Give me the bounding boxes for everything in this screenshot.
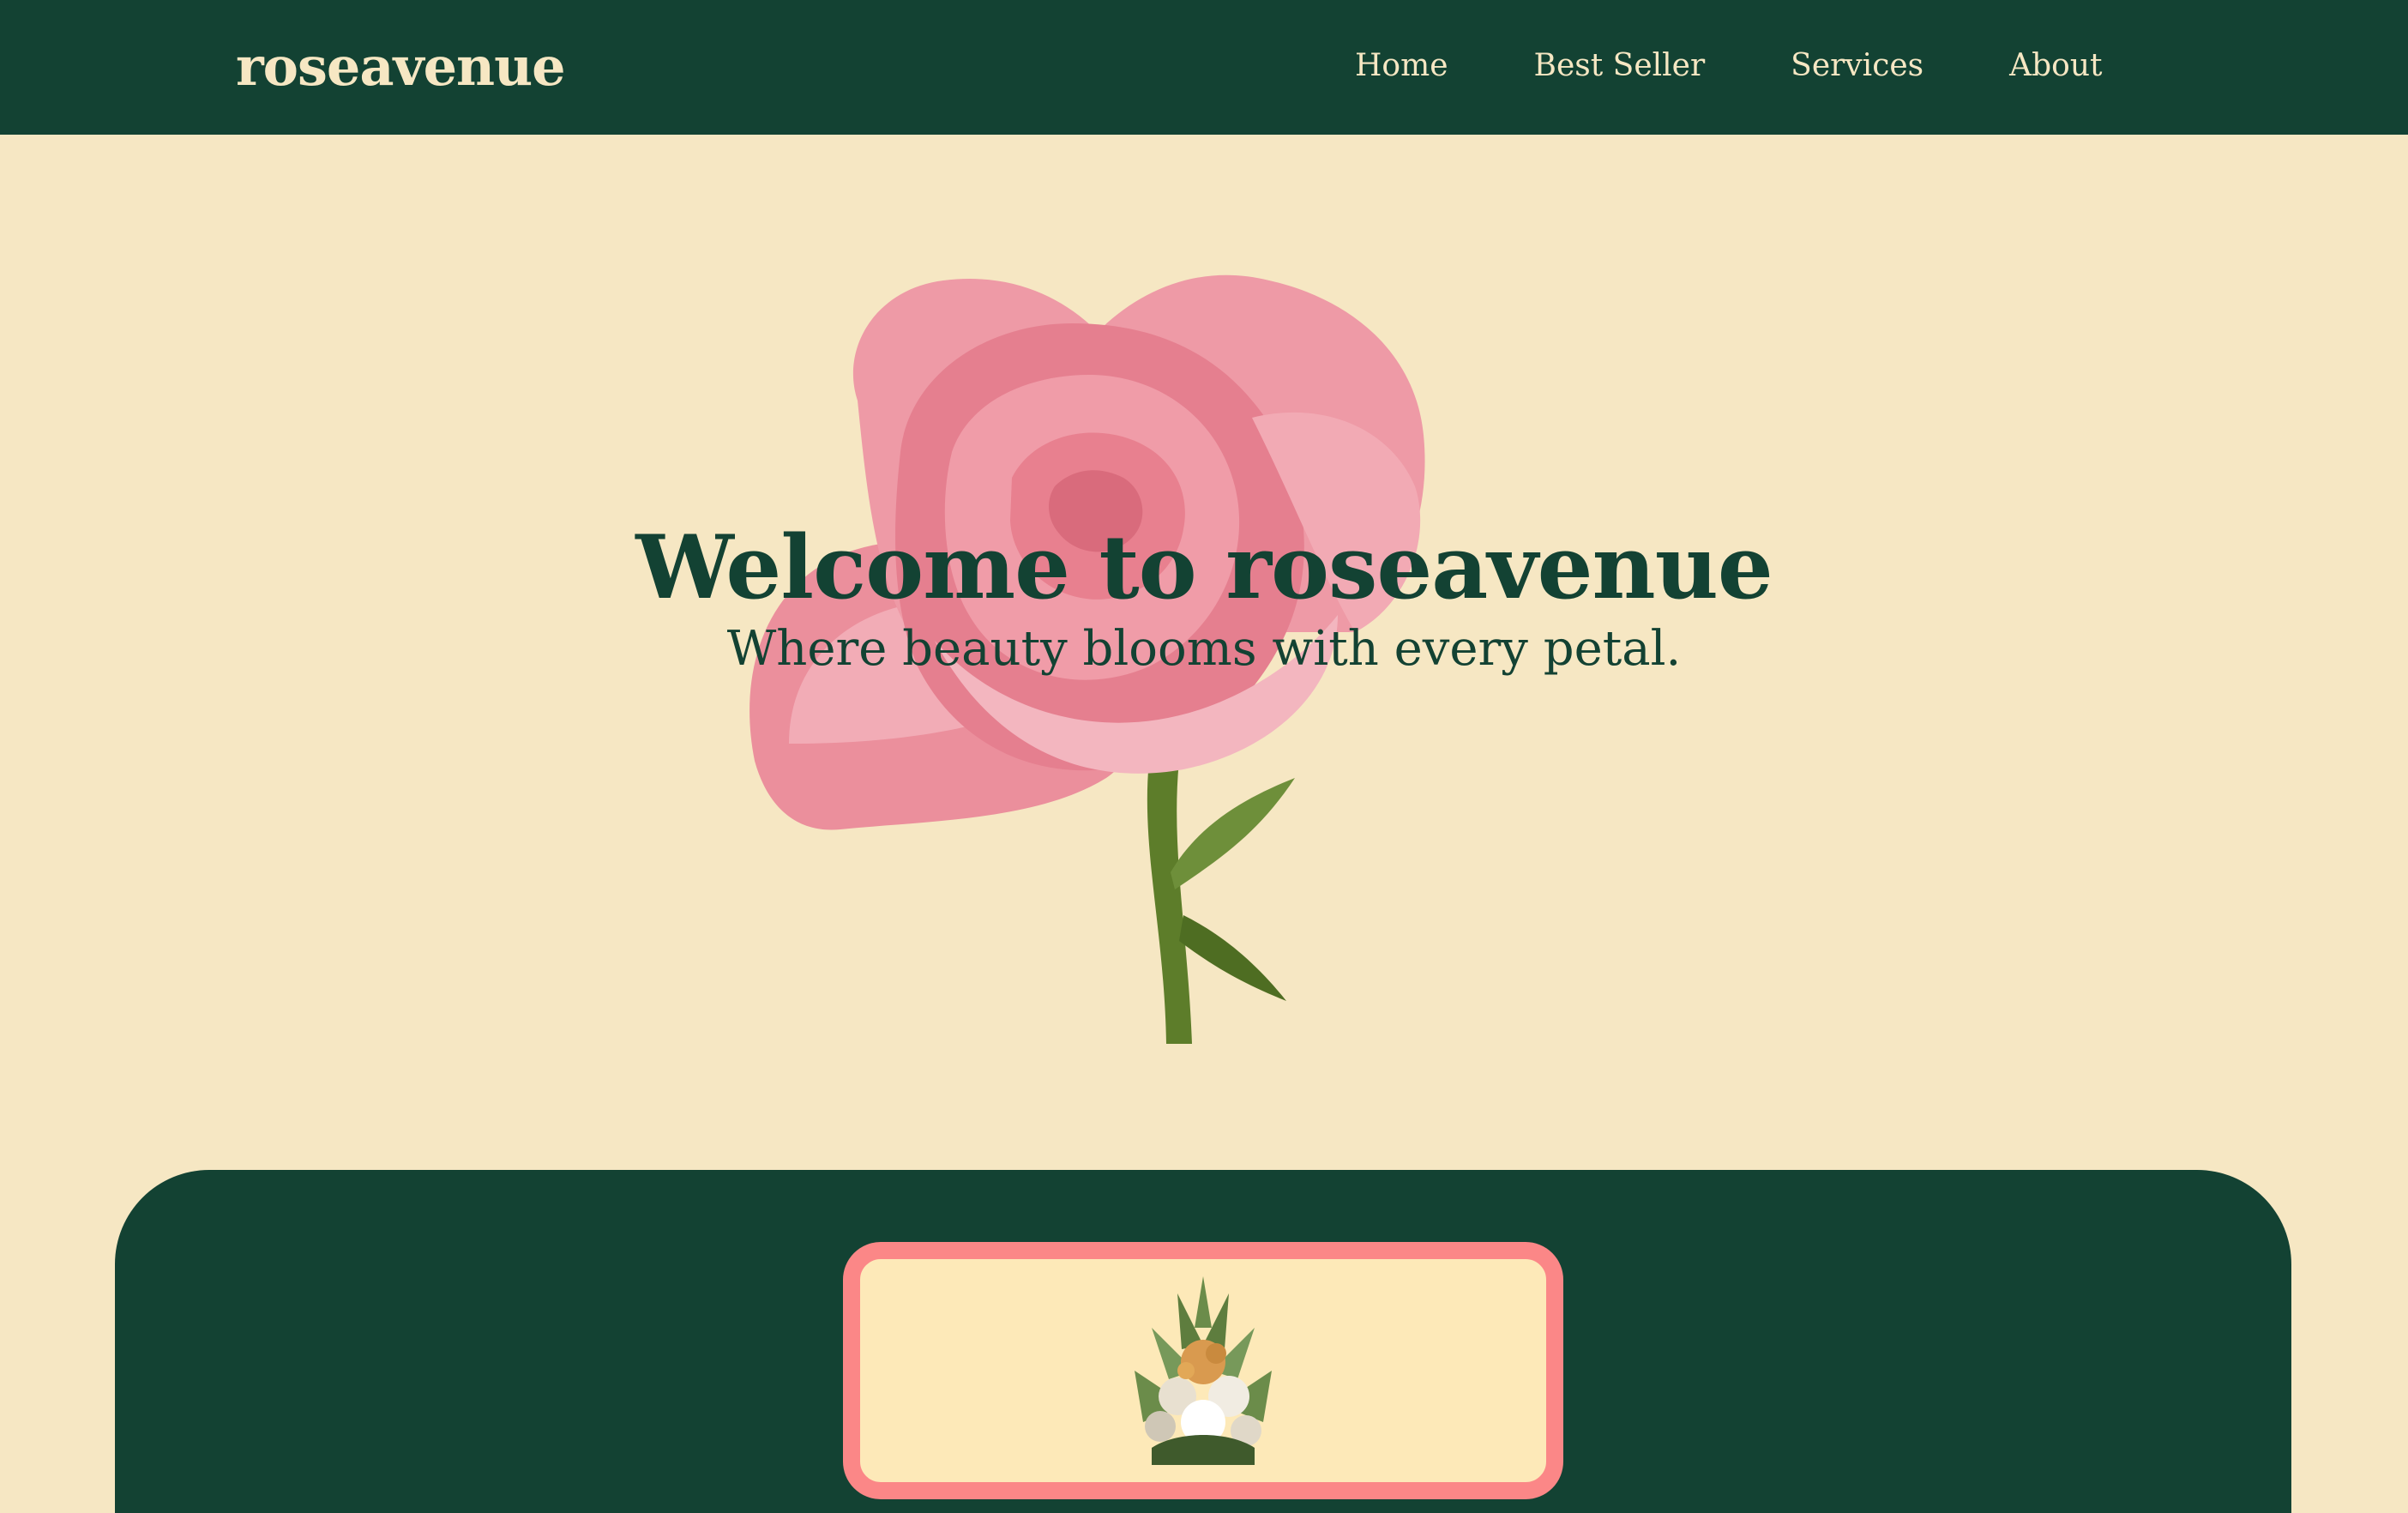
nav-home[interactable]: Home — [1355, 45, 1448, 87]
brand-logo[interactable]: roseavenue — [236, 33, 566, 101]
site-header: roseavenue Home Best Seller Services Abo… — [0, 0, 2408, 135]
hero-section: Welcome to roseavenue Where beauty bloom… — [0, 135, 2408, 1078]
nav-about[interactable]: About — [2009, 45, 2102, 87]
hero-title: Welcome to roseavenue — [635, 516, 1773, 619]
bouquet-image — [1075, 1276, 1332, 1465]
nav-services[interactable]: Services — [1791, 45, 1923, 87]
nav-best-seller[interactable]: Best Seller — [1534, 45, 1706, 87]
product-card[interactable] — [843, 1242, 1563, 1499]
main-nav: Home Best Seller Services About — [1355, 45, 2103, 87]
hero-subtitle: Where beauty blooms with every petal. — [726, 621, 1682, 677]
